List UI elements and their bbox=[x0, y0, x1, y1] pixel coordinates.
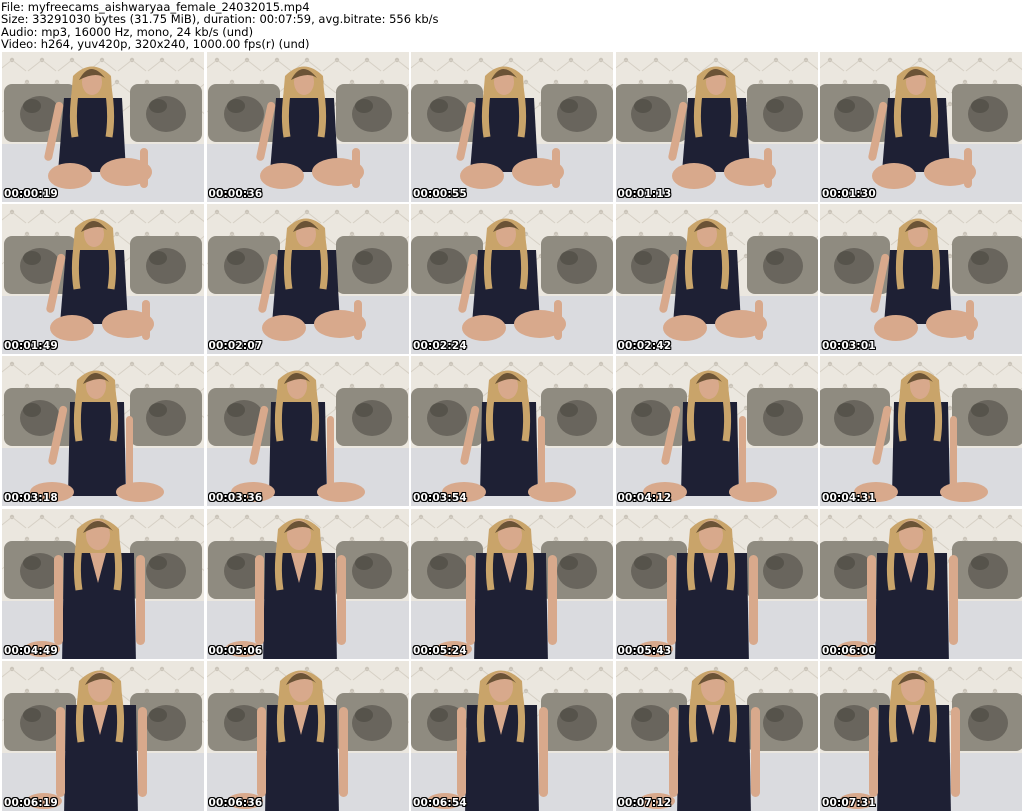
frame-image bbox=[820, 52, 1022, 202]
video-thumbnail[interactable]: 00:07:31 bbox=[820, 660, 1022, 811]
thumbnail-timestamp: 00:00:19 bbox=[4, 188, 58, 200]
size-info: Size: 33291030 bytes (31.75 MiB), durati… bbox=[1, 12, 439, 27]
frame-image bbox=[615, 508, 818, 659]
video-thumbnail[interactable]: 00:04:31 bbox=[820, 356, 1022, 507]
thumbnail-timestamp: 00:05:43 bbox=[617, 644, 672, 657]
video-thumbnail[interactable]: 00:04:12 bbox=[615, 356, 818, 507]
frame-image bbox=[615, 52, 818, 202]
thumbnail-timestamp: 00:06:19 bbox=[4, 796, 58, 809]
thumbnail-timestamp: 00:02:42 bbox=[617, 340, 672, 353]
frame-image bbox=[615, 660, 818, 811]
video-thumbnail[interactable]: 00:06:19 bbox=[2, 660, 204, 811]
thumbnail-timestamp: 00:05:24 bbox=[413, 644, 467, 657]
video-thumbnail[interactable]: 00:02:42 bbox=[615, 204, 818, 355]
video-thumbnail[interactable]: 00:00:19 bbox=[2, 52, 204, 202]
frame-image bbox=[206, 204, 409, 355]
frame-image bbox=[820, 660, 1022, 811]
video-thumbnail[interactable]: 00:00:55 bbox=[411, 52, 613, 202]
thumbnail-timestamp: 00:06:00 bbox=[822, 644, 876, 657]
video-thumbnail[interactable]: 00:00:36 bbox=[206, 52, 409, 202]
video-thumbnail[interactable]: 00:05:24 bbox=[411, 508, 613, 659]
frame-image bbox=[820, 204, 1022, 355]
video-info: Video: h264, yuv420p, 320x240, 1000.00 f… bbox=[1, 36, 310, 51]
thumbnail-timestamp: 00:04:49 bbox=[4, 644, 58, 657]
video-thumbnail[interactable]: 00:05:43 bbox=[615, 508, 818, 659]
frame-image bbox=[206, 52, 409, 202]
frame-image bbox=[2, 52, 204, 202]
video-thumbnail[interactable]: 00:02:24 bbox=[411, 204, 613, 355]
info-header: File: myfreecams_aishwaryaa_female_24032… bbox=[0, 0, 1024, 50]
frame-image bbox=[820, 356, 1022, 507]
video-thumbnail[interactable]: 00:07:12 bbox=[615, 660, 818, 811]
thumbnail-timestamp: 00:07:31 bbox=[822, 796, 876, 809]
thumbnail-timestamp: 00:04:12 bbox=[617, 492, 672, 505]
video-thumbnail[interactable]: 00:05:06 bbox=[206, 508, 409, 659]
frame-image bbox=[206, 508, 409, 659]
frame-image bbox=[411, 356, 613, 507]
thumbnail-timestamp: 00:03:18 bbox=[4, 492, 58, 505]
video-thumbnail[interactable]: 00:06:54 bbox=[411, 660, 613, 811]
frame-image bbox=[411, 52, 613, 202]
frame-image bbox=[206, 660, 409, 811]
frame-image bbox=[2, 204, 204, 355]
thumbnail-timestamp: 00:00:55 bbox=[413, 188, 467, 200]
thumbnail-timestamp: 00:03:54 bbox=[413, 492, 467, 505]
frame-image bbox=[820, 508, 1022, 659]
thumbnail-timestamp: 00:02:24 bbox=[413, 340, 467, 353]
thumbnail-timestamp: 00:03:36 bbox=[208, 492, 263, 505]
thumbnail-timestamp: 00:06:36 bbox=[208, 796, 263, 809]
thumbnail-timestamp: 00:07:12 bbox=[617, 796, 672, 809]
video-thumbnail[interactable]: 00:06:36 bbox=[206, 660, 409, 811]
thumbnail-timestamp: 00:05:06 bbox=[208, 644, 263, 657]
video-thumbnail[interactable]: 00:03:54 bbox=[411, 356, 613, 507]
frame-image bbox=[2, 660, 204, 811]
video-thumbnail[interactable]: 00:03:36 bbox=[206, 356, 409, 507]
video-thumbnail[interactable]: 00:03:01 bbox=[820, 204, 1022, 355]
video-thumbnail[interactable]: 00:02:07 bbox=[206, 204, 409, 355]
frame-image bbox=[411, 508, 613, 659]
video-thumbnail[interactable]: 00:01:30 bbox=[820, 52, 1022, 202]
thumbnail-timestamp: 00:01:13 bbox=[617, 188, 672, 200]
frame-image bbox=[615, 356, 818, 507]
video-thumbnail[interactable]: 00:04:49 bbox=[2, 508, 204, 659]
frame-image bbox=[615, 204, 818, 355]
thumbnail-timestamp: 00:01:49 bbox=[4, 340, 58, 353]
frame-image bbox=[411, 204, 613, 355]
frame-image bbox=[206, 356, 409, 507]
thumbnail-grid: 00:00:19 00:00:36 00:00:55 00:01:13 00:01:30… bbox=[2, 52, 1022, 811]
thumbnail-timestamp: 00:02:07 bbox=[208, 340, 263, 353]
thumbnail-timestamp: 00:06:54 bbox=[413, 796, 467, 809]
video-thumbnail[interactable]: 00:06:00 bbox=[820, 508, 1022, 659]
thumbnail-timestamp: 00:00:36 bbox=[208, 188, 263, 200]
thumbnail-timestamp: 00:03:01 bbox=[822, 340, 876, 353]
frame-image bbox=[2, 356, 204, 507]
video-thumbnail[interactable]: 00:03:18 bbox=[2, 356, 204, 507]
thumbnail-timestamp: 00:01:30 bbox=[822, 188, 876, 200]
frame-image bbox=[411, 660, 613, 811]
thumbnail-timestamp: 00:04:31 bbox=[822, 492, 876, 505]
frame-image bbox=[2, 508, 204, 659]
video-thumbnail[interactable]: 00:01:49 bbox=[2, 204, 204, 355]
video-thumbnail[interactable]: 00:01:13 bbox=[615, 52, 818, 202]
